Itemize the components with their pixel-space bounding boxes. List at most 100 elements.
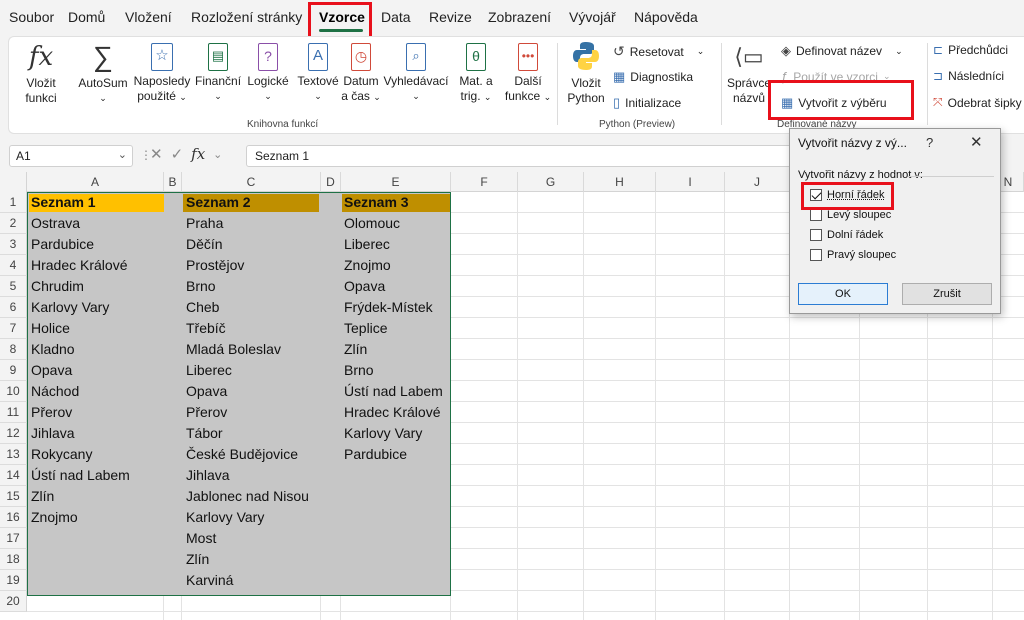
formula-input[interactable]: Seznam 1 — [246, 145, 806, 167]
cell-e12[interactable]: Karlovy Vary — [344, 423, 422, 444]
cell-a6[interactable]: Karlovy Vary — [31, 297, 109, 318]
column-header-i[interactable]: I — [656, 172, 725, 192]
column-header-b[interactable]: B — [164, 172, 182, 192]
row-header-3[interactable]: 3 — [0, 234, 27, 255]
column-header-g[interactable]: G — [518, 172, 584, 192]
help-icon[interactable]: ? — [926, 135, 933, 150]
create-from-selection-button[interactable]: ▦ Vytvořit z výběru — [781, 95, 887, 111]
column-header-c[interactable]: C — [182, 172, 321, 192]
cell-c17[interactable]: Most — [186, 528, 216, 549]
cell-a2[interactable]: Ostrava — [31, 213, 80, 234]
row-header-20[interactable]: 20 — [0, 591, 27, 612]
cell-e10[interactable]: Ústí nad Labem — [344, 381, 443, 402]
cell-c8[interactable]: Mladá Boleslav — [186, 339, 281, 360]
cell-e11[interactable]: Hradec Králové — [344, 402, 441, 423]
row-header-13[interactable]: 13 — [0, 444, 27, 465]
cell-c9[interactable]: Liberec — [186, 360, 232, 381]
trace-dependents-button[interactable]: ⊐ Následníci — [933, 69, 1004, 83]
cell-a14[interactable]: Ústí nad Labem — [31, 465, 130, 486]
recently-used-button[interactable]: ☆ Naposledy použité ⌄ — [133, 41, 191, 105]
cell-a5[interactable]: Chrudim — [31, 276, 84, 297]
tab-page-layout[interactable]: Rozložení stránky — [191, 9, 302, 25]
tab-formulas[interactable]: Vzorce — [319, 9, 365, 25]
cell-c19[interactable]: Karviná — [186, 570, 233, 591]
math-trig-button[interactable]: θ Mat. a trig. ⌄ — [453, 41, 499, 105]
chevron-down-icon[interactable]: ⌄ — [213, 148, 222, 161]
confirm-icon[interactable]: ✓ — [171, 145, 184, 163]
more-functions-button[interactable]: ••• Další funkce ⌄ — [503, 41, 553, 105]
row-header-1[interactable]: 1 — [0, 192, 27, 213]
cell-c13[interactable]: České Budějovice — [186, 444, 298, 465]
row-header-11[interactable]: 11 — [0, 402, 27, 423]
column-header-a[interactable]: A — [27, 172, 164, 192]
cell-a9[interactable]: Opava — [31, 360, 72, 381]
tab-data[interactable]: Data — [381, 9, 411, 25]
checkbox-bottom-row[interactable] — [810, 229, 822, 241]
tab-home[interactable]: Domů — [68, 9, 105, 25]
option-left-column[interactable]: Levý sloupec — [810, 209, 891, 221]
option-bottom-row[interactable]: Dolní řádek — [810, 229, 883, 241]
initialization-button[interactable]: ▯ Initializace — [613, 95, 681, 111]
row-header-14[interactable]: 14 — [0, 465, 27, 486]
cell-c11[interactable]: Přerov — [186, 402, 227, 423]
cell-c14[interactable]: Jihlava — [186, 465, 230, 486]
row-header-7[interactable]: 7 — [0, 318, 27, 339]
row-header-8[interactable]: 8 — [0, 339, 27, 360]
cell-e7[interactable]: Teplice — [344, 318, 388, 339]
reset-button[interactable]: ↺ Resetovat ⌄ — [613, 43, 704, 60]
cell-a13[interactable]: Rokycany — [31, 444, 92, 465]
name-box[interactable]: A1 ⌄ — [9, 145, 133, 167]
datetime-button[interactable]: ◷ Datum a čas ⌄ — [341, 41, 381, 105]
logical-button[interactable]: ? Logické ⌄ — [243, 41, 293, 104]
option-top-row[interactable]: Horní řádek — [810, 189, 884, 201]
checkbox-right-column[interactable] — [810, 249, 822, 261]
row-header-15[interactable]: 15 — [0, 486, 27, 507]
remove-arrows-button[interactable]: ⤧ Odebrat šipky — [933, 95, 1022, 110]
close-icon[interactable]: ✕ — [970, 133, 983, 151]
column-header-h[interactable]: H — [584, 172, 656, 192]
cell-a8[interactable]: Kladno — [31, 339, 75, 360]
cell-c5[interactable]: Brno — [186, 276, 216, 297]
tab-developer[interactable]: Vývojář — [569, 9, 616, 25]
cell-c7[interactable]: Třebíč — [186, 318, 226, 339]
cell-e4[interactable]: Znojmo — [344, 255, 391, 276]
tab-review[interactable]: Revize — [429, 9, 472, 25]
text-button[interactable]: A Textové ⌄ — [295, 41, 341, 104]
row-header-19[interactable]: 19 — [0, 570, 27, 591]
row-header-2[interactable]: 2 — [0, 213, 27, 234]
cell-c16[interactable]: Karlovy Vary — [186, 507, 264, 528]
row-header-18[interactable]: 18 — [0, 549, 27, 570]
lookup-button[interactable]: ⌕ Vyhledávací ⌄ — [383, 41, 449, 104]
cell-c1[interactable]: Seznam 2 — [186, 192, 251, 213]
cell-e2[interactable]: Olomouc — [344, 213, 400, 234]
use-in-formula-button[interactable]: ƒ Použít ve vzorci ⌄ — [781, 69, 890, 84]
cell-c6[interactable]: Cheb — [186, 297, 219, 318]
cell-a16[interactable]: Znojmo — [31, 507, 78, 528]
cell-c15[interactable]: Jablonec nad Nisou — [186, 486, 309, 507]
cell-a7[interactable]: Holice — [31, 318, 70, 339]
cell-c4[interactable]: Prostějov — [186, 255, 244, 276]
insert-function-button[interactable]: fx Vložit funkci — [19, 41, 63, 106]
cell-e9[interactable]: Brno — [344, 360, 374, 381]
tab-view[interactable]: Zobrazení — [488, 9, 551, 25]
cell-a4[interactable]: Hradec Králové — [31, 255, 128, 276]
select-all-corner[interactable] — [0, 172, 27, 192]
cancel-button[interactable]: Zrušit — [902, 283, 992, 305]
insert-function-icon[interactable]: fx — [191, 145, 205, 163]
cell-a11[interactable]: Přerov — [31, 402, 72, 423]
financial-button[interactable]: ▤ Finanční ⌄ — [195, 41, 241, 104]
column-header-e[interactable]: E — [341, 172, 451, 192]
row-header-9[interactable]: 9 — [0, 360, 27, 381]
row-header-4[interactable]: 4 — [0, 255, 27, 276]
column-header-f[interactable]: F — [451, 172, 518, 192]
cell-a12[interactable]: Jihlava — [31, 423, 75, 444]
cell-c10[interactable]: Opava — [186, 381, 227, 402]
row-header-6[interactable]: 6 — [0, 297, 27, 318]
define-name-button[interactable]: ◈ Definovat název ⌄ — [781, 43, 903, 59]
row-header-16[interactable]: 16 — [0, 507, 27, 528]
cell-a1[interactable]: Seznam 1 — [31, 192, 96, 213]
trace-precedents-button[interactable]: ⊏ Předchůdci — [933, 43, 1008, 57]
tab-file[interactable]: Soubor — [9, 9, 54, 25]
cell-a10[interactable]: Náchod — [31, 381, 79, 402]
tab-insert[interactable]: Vložení — [125, 9, 172, 25]
